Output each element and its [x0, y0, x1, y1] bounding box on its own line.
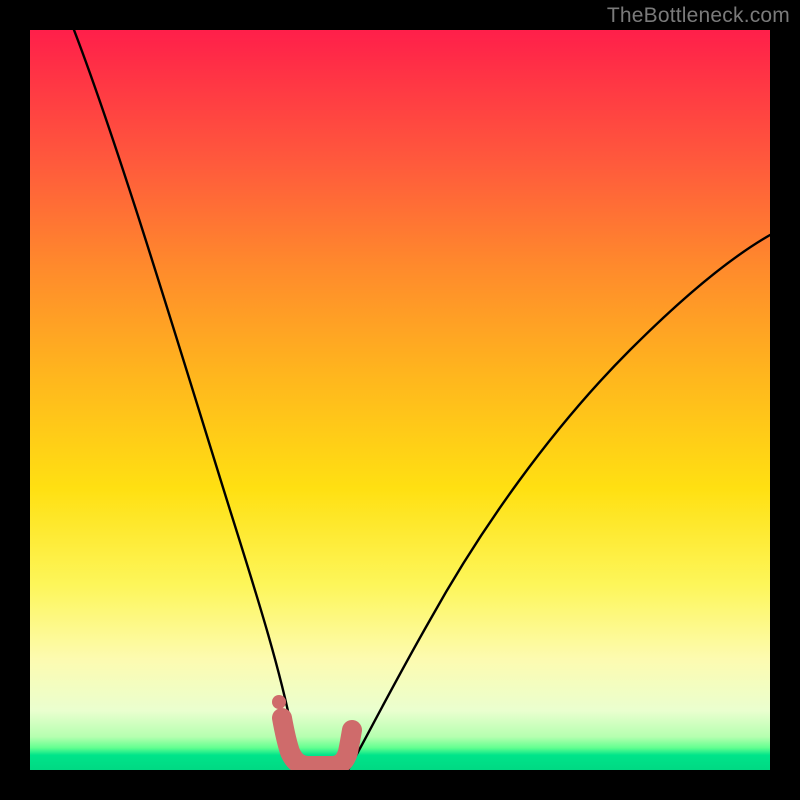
- right-curve: [348, 235, 770, 770]
- curve-layer: [30, 30, 770, 770]
- trough-highlight: [282, 718, 352, 766]
- chart-frame: TheBottleneck.com: [0, 0, 800, 800]
- marker-dot: [272, 695, 286, 709]
- watermark-text: TheBottleneck.com: [607, 4, 790, 28]
- plot-area: [30, 30, 770, 770]
- left-curve: [74, 30, 302, 770]
